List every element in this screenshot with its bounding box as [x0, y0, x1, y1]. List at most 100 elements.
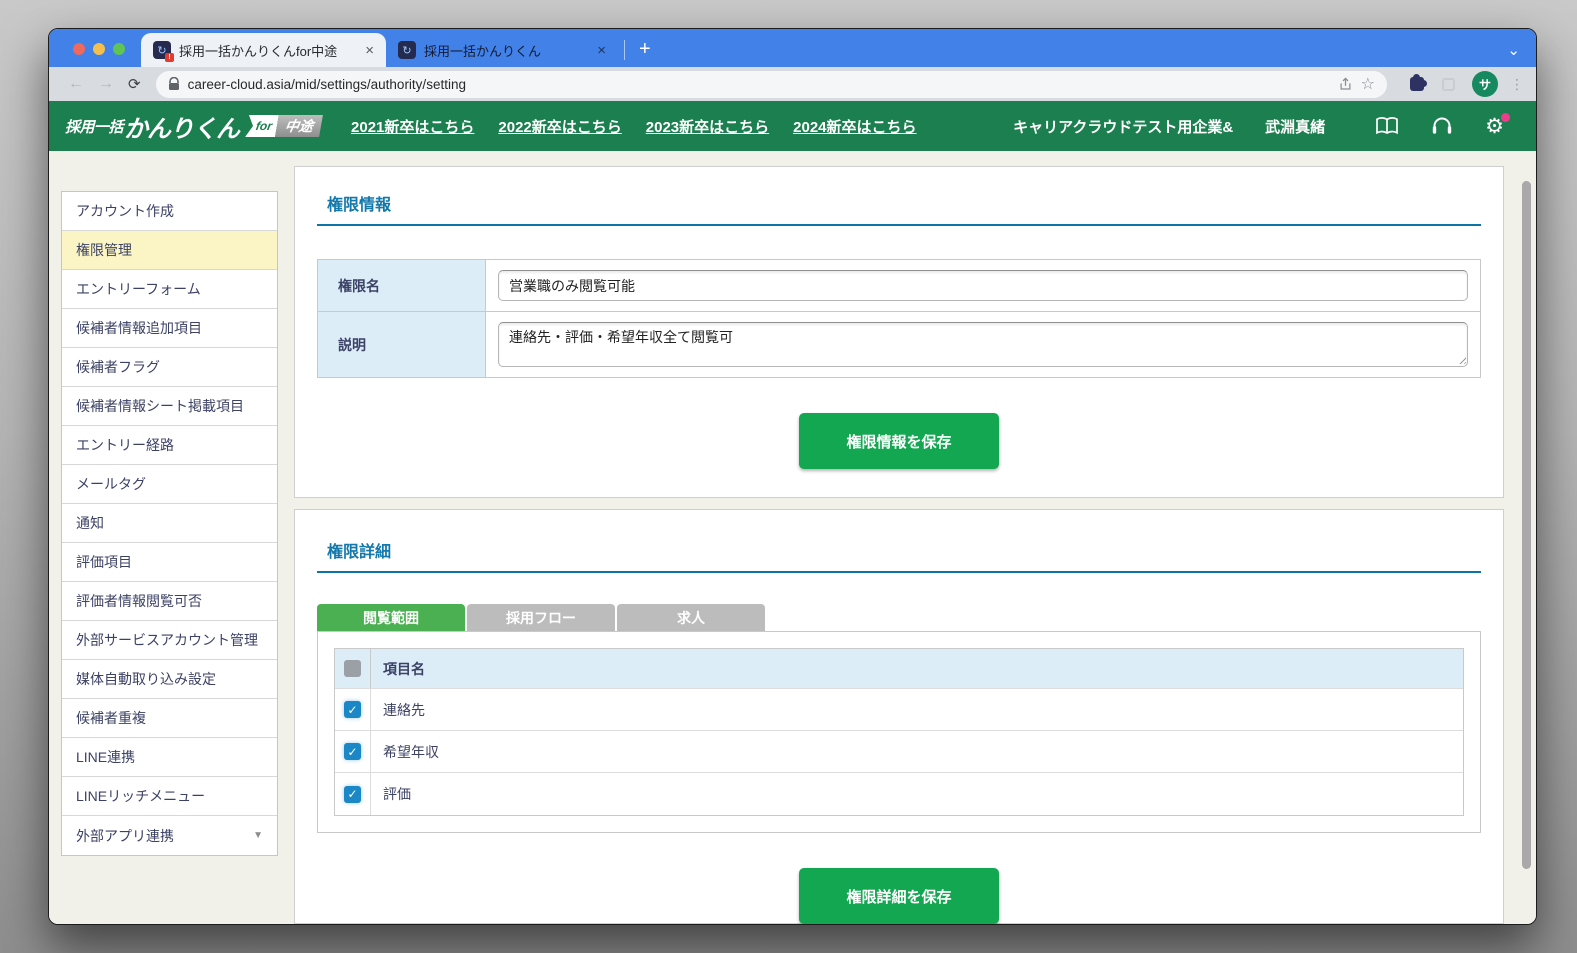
minimize-window-button[interactable]	[93, 43, 105, 55]
sidebar-item-label: LINE連携	[76, 749, 136, 765]
support-headset-icon[interactable]	[1431, 116, 1453, 136]
share-icon[interactable]	[1338, 76, 1353, 92]
logo-badge-for: for	[245, 115, 279, 137]
sidebar-item-label: 権限管理	[76, 242, 132, 258]
row-checkbox[interactable]: ✓	[344, 743, 361, 760]
sidebar-item-label: 候補者重複	[76, 710, 146, 726]
detail-tabs: 閲覧範囲 採用フロー 求人	[317, 604, 1481, 631]
app-logo[interactable]: 採用一括 かんりくん for 中途	[65, 109, 323, 144]
user-name[interactable]: 武淵真緒	[1265, 116, 1325, 137]
tab-search-icon[interactable]: ⌄	[1507, 41, 1520, 59]
form-value-cell	[486, 260, 1480, 311]
back-icon[interactable]: ←	[68, 75, 84, 93]
row-checkbox-cell: ✓	[335, 731, 371, 772]
window-controls	[73, 43, 125, 55]
header-nav-link[interactable]: 2023新卒はこちら	[646, 116, 769, 137]
extensions-icon[interactable]	[1410, 74, 1427, 91]
sidebar-item[interactable]: 権限管理	[62, 231, 277, 270]
sidebar-item[interactable]: 評価者情報閲覧可否	[62, 582, 277, 621]
tab-favicon-icon: ↻!	[153, 41, 174, 62]
sidebar-item[interactable]: アカウント作成	[62, 192, 277, 231]
sidebar-item[interactable]: 媒体自動取り込み設定	[62, 660, 277, 699]
header-nav-link[interactable]: 2022新卒はこちら	[498, 116, 621, 137]
sidebar-item-label: 媒体自動取り込み設定	[76, 671, 216, 687]
close-window-button[interactable]	[73, 43, 85, 55]
forward-icon[interactable]: →	[98, 75, 114, 93]
reload-icon[interactable]: ⟳	[128, 75, 141, 93]
table-row: ✓ 評価	[335, 773, 1463, 815]
browser-toolbar: ← → ⟳ career-cloud.asia/mid/settings/aut…	[49, 67, 1536, 101]
permission-info-form: 権限名説明	[317, 259, 1481, 378]
sidebar-item-label: エントリー経路	[76, 437, 174, 453]
browser-menu-icon[interactable]: ⋮	[1510, 76, 1524, 93]
row-checkbox[interactable]: ✓	[344, 701, 361, 718]
sidebar-item-label: 通知	[76, 515, 104, 531]
save-permission-detail-button[interactable]: 権限詳細を保存	[799, 868, 999, 924]
detail-tab[interactable]: 閲覧範囲	[317, 604, 465, 631]
row-checkbox-cell: ✓	[335, 689, 371, 730]
profile-avatar[interactable]: サ	[1472, 71, 1498, 97]
sidebar-item[interactable]: 外部アプリ連携 ▼	[62, 816, 277, 855]
form-row: 権限名	[318, 260, 1480, 312]
manual-book-icon[interactable]	[1375, 116, 1399, 136]
description-textarea[interactable]	[498, 322, 1468, 367]
header-nav-link[interactable]: 2021新卒はこちら	[351, 116, 474, 137]
logo-badge-type: 中途	[275, 115, 323, 137]
sidebar-item[interactable]: エントリーフォーム	[62, 270, 277, 309]
app-header: 採用一括 かんりくん for 中途 2021新卒はこちら 2022新卒はこちら 20…	[49, 101, 1536, 151]
sidebar-item[interactable]: LINEリッチメニュー	[62, 777, 277, 816]
sidebar-item[interactable]: LINE連携	[62, 738, 277, 777]
browser-tab[interactable]: ↻ 採用一括かんりくん ×	[386, 33, 618, 67]
logo-badge: for 中途	[245, 115, 323, 137]
new-tab-button[interactable]: +	[631, 39, 659, 59]
sidebar-item-label: 候補者情報追加項目	[76, 320, 202, 336]
sidebar-item[interactable]: 候補者フラグ	[62, 348, 277, 387]
permission-info-title: 権限情報	[327, 197, 392, 214]
bookmark-star-icon[interactable]: ☆	[1361, 74, 1375, 94]
table-row: ✓ 希望年収	[335, 731, 1463, 773]
sidebar-item-label: LINEリッチメニュー	[76, 788, 206, 804]
tab-separator	[624, 40, 625, 60]
tab-close-icon[interactable]: ×	[597, 42, 606, 59]
table-header-row: 項目名	[335, 649, 1463, 689]
permission-name-input[interactable]	[498, 270, 1468, 301]
sidebar-item-label: 評価者情報閲覧可否	[76, 593, 202, 609]
sidebar-item-label: 候補者情報シート掲載項目	[76, 398, 244, 414]
sidebar-item[interactable]: 通知	[62, 504, 277, 543]
sidebar-item-label: メールタグ	[76, 476, 146, 492]
header-nav-link[interactable]: 2024新卒はこちら	[793, 116, 916, 137]
sidebar-item[interactable]: 外部サービスアカウント管理	[62, 621, 277, 660]
sidebar-item[interactable]: 候補者情報追加項目	[62, 309, 277, 348]
zoom-window-button[interactable]	[113, 43, 125, 55]
page-scrollbar-thumb[interactable]	[1522, 181, 1531, 869]
lock-icon	[168, 77, 180, 91]
browser-tab[interactable]: ↻! 採用一括かんりくんfor中途 ×	[141, 33, 386, 67]
save-permission-info-button[interactable]: 権限情報を保存	[799, 413, 999, 469]
select-all-checkbox[interactable]	[344, 660, 361, 677]
sidebar-item[interactable]: 評価項目	[62, 543, 277, 582]
sidebar-item[interactable]: 候補者重複	[62, 699, 277, 738]
company-name[interactable]: キャリアクラウドテスト用企業&	[1013, 116, 1233, 137]
url-text: career-cloud.asia/mid/settings/authority…	[187, 76, 466, 92]
settings-sidebar: アカウント作成権限管理エントリーフォーム 候補者情報追加項目 候補者フラグ候補者情報…	[61, 191, 278, 856]
table-header-label: 項目名	[383, 660, 425, 677]
detail-tab[interactable]: 求人	[617, 604, 765, 631]
sidebar-item[interactable]: メールタグ	[62, 465, 277, 504]
detail-tab-content: 項目名 ✓ 連絡先 ✓ 希望年収 ✓ 評価	[317, 631, 1481, 833]
settings-gear-icon[interactable]: ⚙	[1485, 112, 1510, 137]
address-bar[interactable]: career-cloud.asia/mid/settings/authority…	[155, 70, 1387, 98]
side-panel-icon[interactable]	[1442, 77, 1455, 91]
sidebar-item-label: エントリーフォーム	[76, 281, 201, 297]
detail-tab[interactable]: 採用フロー	[467, 604, 615, 631]
tab-close-icon[interactable]: ×	[365, 42, 374, 59]
header-checkbox-cell	[335, 649, 371, 688]
sidebar-item-label: 外部サービスアカウント管理	[76, 632, 258, 648]
form-label: 権限名	[318, 260, 486, 311]
sidebar-item[interactable]: 候補者情報シート掲載項目	[62, 387, 277, 426]
sidebar-item-label: 評価項目	[76, 554, 132, 570]
sidebar-item-label: 候補者フラグ	[76, 359, 160, 375]
permission-detail-panel: 権限詳細 閲覧範囲 採用フロー 求人 項目名 ✓ 連絡先 ✓ 希望年収 ✓ 評価 権限詳細を保存	[294, 509, 1504, 924]
sidebar-item[interactable]: エントリー経路	[62, 426, 277, 465]
row-checkbox[interactable]: ✓	[344, 785, 361, 803]
page-body: アカウント作成権限管理エントリーフォーム 候補者情報追加項目 候補者フラグ候補者情報…	[49, 151, 1536, 924]
